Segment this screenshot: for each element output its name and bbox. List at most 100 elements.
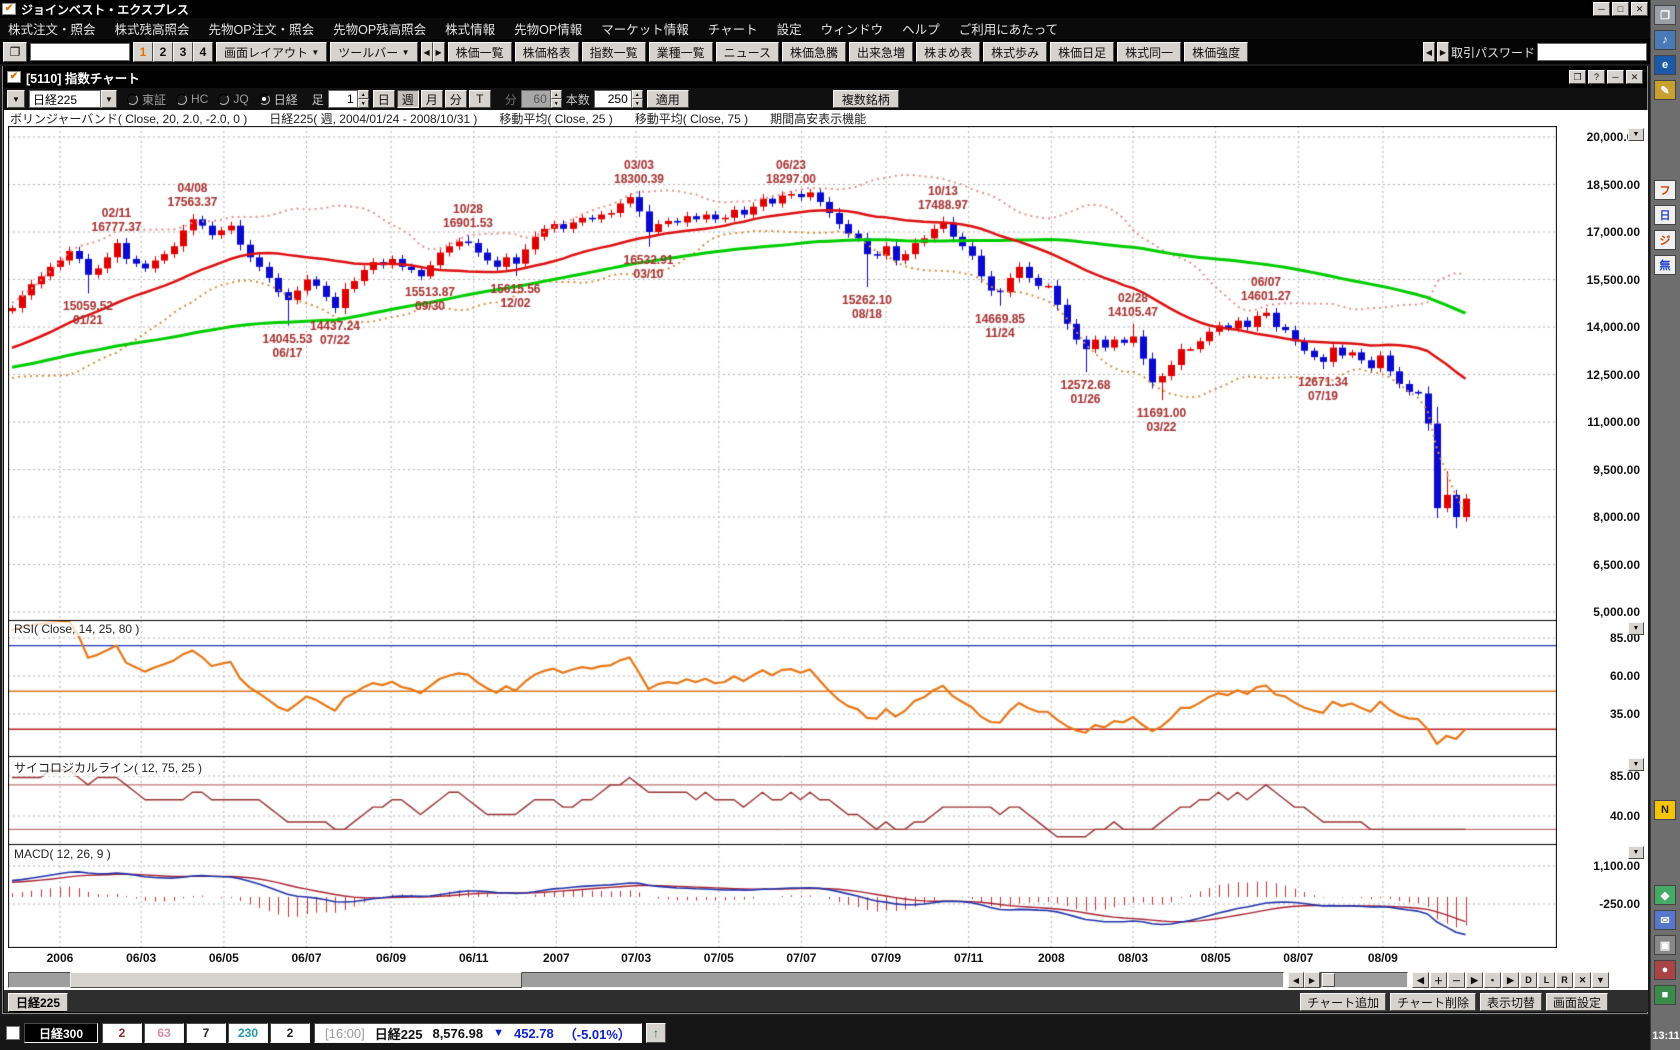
radio-icon[interactable] xyxy=(127,94,138,105)
nav-button[interactable]: D xyxy=(1520,972,1537,988)
bar-spinner[interactable]: 1▲▼ xyxy=(328,90,369,108)
status-checkbox[interactable] xyxy=(6,1026,20,1040)
nav-button[interactable]: ▶ xyxy=(1502,972,1519,988)
scroll-left-icon[interactable]: ◀ xyxy=(1288,972,1304,988)
menu-item[interactable]: 先物OP残高照会 xyxy=(333,19,426,38)
scroll-left-icon[interactable]: ◀ xyxy=(1423,42,1435,62)
desktop-icon[interactable]: フ xyxy=(1654,180,1676,200)
symbol-history-dropdown[interactable]: ▼ xyxy=(7,90,25,108)
zoom-handle[interactable] xyxy=(1322,973,1335,987)
shortcut-button[interactable]: 株価一覧 xyxy=(448,42,512,62)
toolbar-input[interactable] xyxy=(30,43,130,61)
minimize-icon[interactable]: ─ xyxy=(1607,70,1624,84)
count-spinner[interactable]: 250▲▼ xyxy=(594,90,643,108)
scroll-right-icon[interactable]: ▶ xyxy=(1437,42,1449,62)
radio-JQ[interactable]: JQ xyxy=(218,92,248,106)
password-input[interactable] xyxy=(1537,43,1647,61)
menu-item[interactable]: 株式情報 xyxy=(445,19,495,38)
menu-item[interactable]: マーケット情報 xyxy=(601,19,689,38)
nav-button[interactable]: ✕ xyxy=(1574,972,1591,988)
panel-collapse-icon[interactable]: ▼ xyxy=(1628,758,1644,771)
menu-item[interactable]: チャート xyxy=(708,19,758,38)
chart-window-title-bar[interactable]: ✔ [5110] 指数チャート ❐?─✕ xyxy=(3,66,1647,88)
workspace-button-2[interactable]: 2 xyxy=(153,42,173,62)
menu-item[interactable]: ヘルプ xyxy=(902,19,940,38)
shortcut-button[interactable]: 株価格表 xyxy=(515,42,579,62)
apply-button[interactable]: 適用 xyxy=(647,90,689,108)
screen-layout-button[interactable]: 画面レイアウト ▼ xyxy=(216,42,327,62)
panel-collapse-icon[interactable]: ▼ xyxy=(1628,846,1644,859)
nav-button[interactable]: R xyxy=(1556,972,1573,988)
workspace-button-4[interactable]: 4 xyxy=(193,42,213,62)
nav-button[interactable]: ＋ xyxy=(1430,972,1447,988)
shortcut-button[interactable]: 株式歩み xyxy=(983,42,1047,62)
radio-東証[interactable]: 東証 xyxy=(127,91,166,108)
nav-button[interactable]: ▪ xyxy=(1484,972,1501,988)
status-cell[interactable]: 63 xyxy=(144,1023,184,1043)
workspace-button-3[interactable]: 3 xyxy=(173,42,193,62)
desktop-icon[interactable]: 無 xyxy=(1654,255,1676,275)
period-button-週[interactable]: 週 xyxy=(397,90,419,108)
radio-icon[interactable] xyxy=(259,94,270,105)
radio-icon[interactable] xyxy=(218,94,229,105)
status-cell[interactable]: 230 xyxy=(228,1023,268,1043)
desktop-icon[interactable]: ✉ xyxy=(1654,910,1676,930)
radio-icon[interactable] xyxy=(176,94,187,105)
status-index-name[interactable]: 日経300 xyxy=(24,1023,98,1043)
desktop-icon[interactable]: ■ xyxy=(1654,985,1676,1005)
layout-icon[interactable]: ❐ xyxy=(3,42,27,62)
desktop-icon[interactable]: ❐ xyxy=(1654,5,1676,25)
status-cell[interactable]: 7 xyxy=(186,1023,226,1043)
panel-collapse-icon[interactable]: ▼ xyxy=(1628,622,1644,635)
menu-item[interactable]: ご利用にあたって xyxy=(959,19,1058,38)
nav-button[interactable]: ▼ xyxy=(1592,972,1609,988)
nav-button[interactable]: L xyxy=(1538,972,1555,988)
toggle-view-button[interactable]: 表示切替 xyxy=(1480,993,1542,1011)
scroll-left-icon[interactable]: ◀ xyxy=(421,42,433,62)
desktop-icon[interactable]: e xyxy=(1654,55,1676,75)
delete-chart-button[interactable]: チャート削除 xyxy=(1390,993,1476,1011)
shortcut-button[interactable]: ニュース xyxy=(716,42,779,62)
scroll-right-icon[interactable]: ▶ xyxy=(433,42,445,62)
toolb-button[interactable]: ツールバー ▼ xyxy=(330,42,417,62)
panel-collapse-icon[interactable]: ▼ xyxy=(1628,128,1644,141)
close-icon[interactable]: ✕ xyxy=(1626,70,1643,84)
shortcut-button[interactable]: 株式同一 xyxy=(1117,42,1181,62)
shortcut-button[interactable]: 株まめ表 xyxy=(916,42,980,62)
quote-up-button[interactable]: ↑ xyxy=(646,1023,666,1043)
spinner-arrows-icon[interactable]: ▲▼ xyxy=(632,90,643,108)
restore-icon[interactable]: ❐ xyxy=(1569,70,1586,84)
shortcut-button[interactable]: 株価強度 xyxy=(1184,42,1248,62)
shortcut-button[interactable]: 株価日足 xyxy=(1050,42,1114,62)
shortcut-button[interactable]: 業種一覧 xyxy=(649,42,713,62)
menu-item[interactable]: ウィンドウ xyxy=(821,19,884,38)
menu-item[interactable]: 先物OP情報 xyxy=(514,19,582,38)
period-button-T[interactable]: T xyxy=(469,90,491,108)
desktop-icon[interactable]: ジ xyxy=(1654,230,1676,250)
add-chart-button[interactable]: チャート追加 xyxy=(1300,993,1386,1011)
shortcut-button[interactable]: 指数一覧 xyxy=(582,42,646,62)
status-cell[interactable]: 2 xyxy=(270,1023,310,1043)
scroll-right-icon[interactable]: ▶ xyxy=(1304,972,1320,988)
period-button-日[interactable]: 日 xyxy=(373,90,395,108)
menu-item[interactable]: 株式残高照会 xyxy=(115,19,190,38)
price-chart-canvas[interactable] xyxy=(8,126,1557,948)
minimize-icon[interactable]: ─ xyxy=(1593,2,1610,16)
nav-button[interactable]: ◀ xyxy=(1412,972,1429,988)
menu-item[interactable]: 株式注文・照会 xyxy=(8,19,96,38)
multi-symbol-button[interactable]: 複数銘柄 xyxy=(833,90,899,108)
desktop-icon[interactable]: ✎ xyxy=(1654,80,1676,100)
h-scrollbar-thumb[interactable] xyxy=(70,972,522,988)
radio-HC[interactable]: HC xyxy=(176,92,208,106)
menu-item[interactable]: 設定 xyxy=(777,19,802,38)
chevron-down-icon[interactable]: ▼ xyxy=(101,90,117,108)
shortcut-button[interactable]: 出来急増 xyxy=(849,42,913,62)
period-button-分[interactable]: 分 xyxy=(445,90,467,108)
radio-日経[interactable]: 日経 xyxy=(259,91,298,108)
period-button-月[interactable]: 月 xyxy=(421,90,443,108)
spinner-arrows-icon[interactable]: ▲▼ xyxy=(358,90,369,108)
status-cell[interactable]: 2 xyxy=(102,1023,142,1043)
help-icon[interactable]: ? xyxy=(1588,70,1605,84)
close-icon[interactable]: ✕ xyxy=(1631,2,1648,16)
workspace-button-1[interactable]: 1 xyxy=(133,42,153,62)
